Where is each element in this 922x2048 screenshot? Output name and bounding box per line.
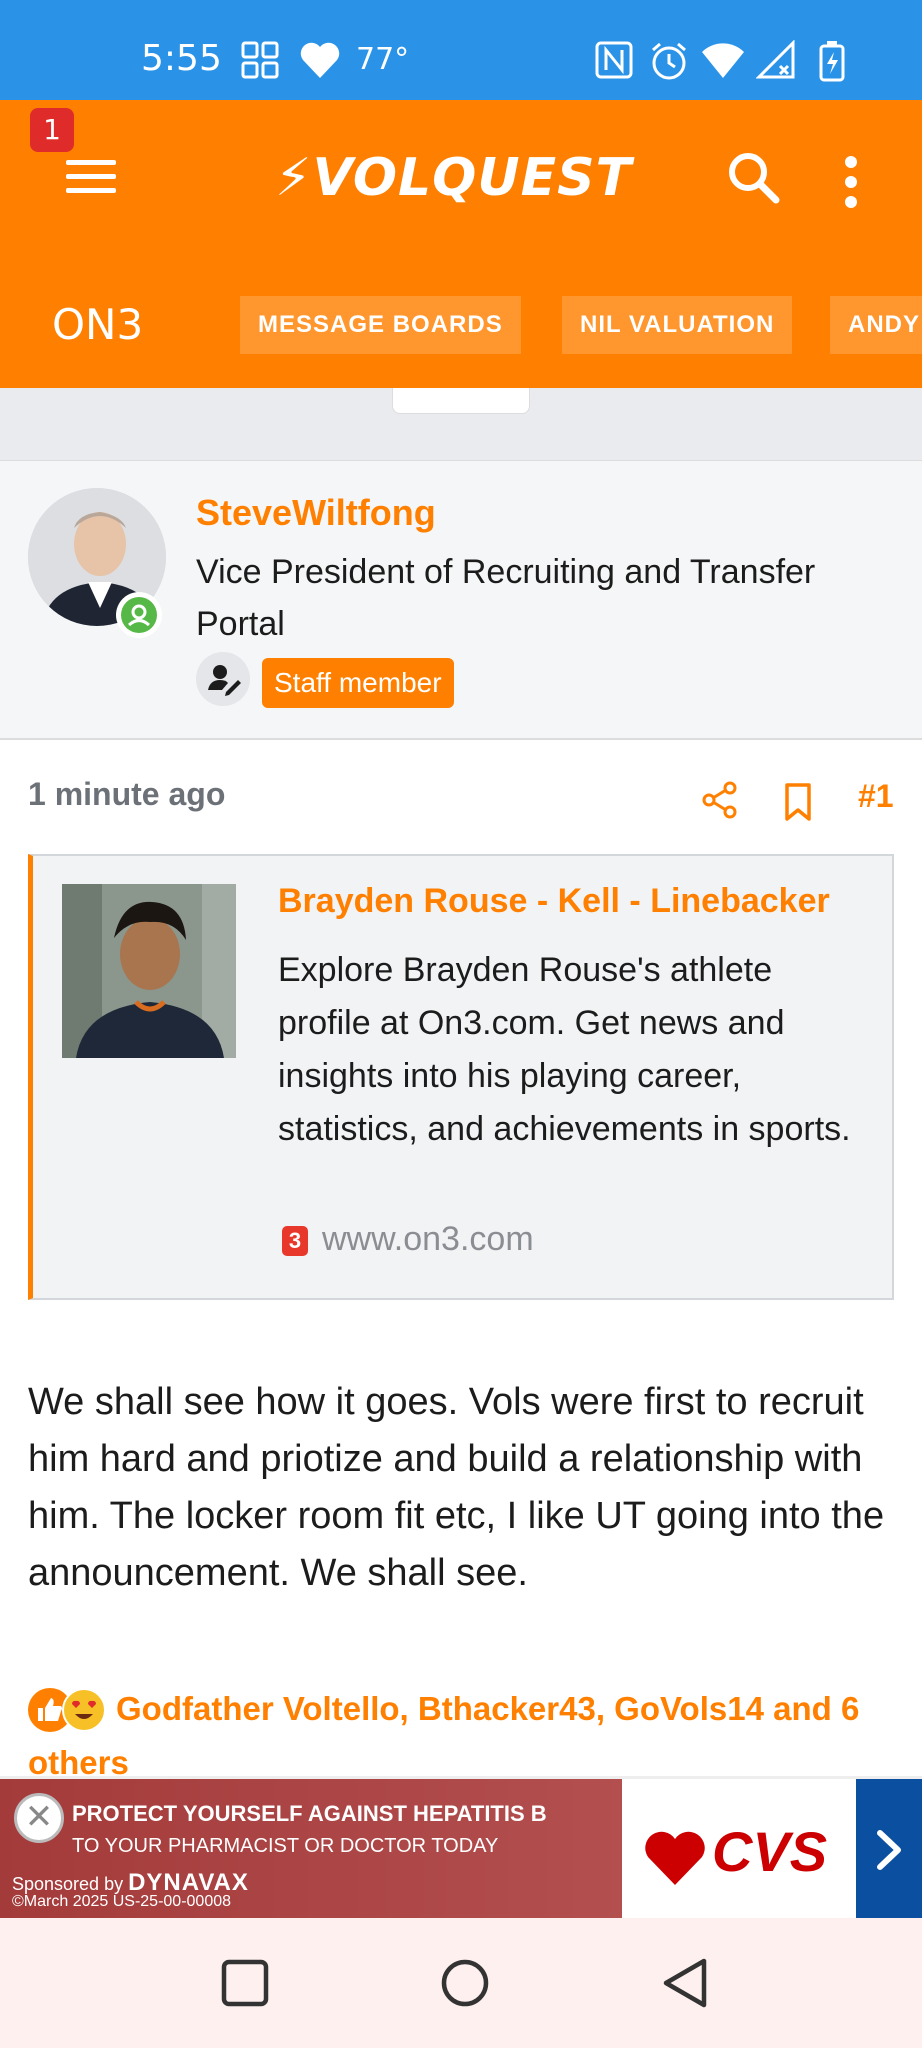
ad-brand-panel[interactable]: CVS bbox=[622, 1779, 856, 1921]
ad-creative[interactable]: PROTECT YOURSELF AGAINST HEPATITIS B TO … bbox=[0, 1779, 622, 1921]
post-number[interactable]: #1 bbox=[858, 778, 894, 815]
nav-message-boards[interactable]: MESSAGE BOARDS bbox=[240, 296, 521, 354]
ad-sponsor-name: DYNAVAX bbox=[128, 1869, 249, 1896]
recents-icon[interactable] bbox=[220, 1958, 270, 2008]
ad-brand-name: CVS bbox=[712, 1820, 828, 1883]
reaction-icons[interactable] bbox=[28, 1688, 106, 1734]
ad-code: ©March 2025 US-25-00-00008 bbox=[12, 1893, 232, 1910]
ad-close-icon[interactable]: ✕ bbox=[14, 1793, 64, 1843]
ad-banner[interactable]: PROTECT YOURSELF AGAINST HEPATITIS B TO … bbox=[0, 1776, 922, 1921]
reaction-users[interactable]: Godfather Voltello, Bthacker43, GoVols14… bbox=[116, 1690, 859, 1728]
cvs-heart-icon bbox=[645, 1831, 705, 1885]
bookmark-icon[interactable] bbox=[782, 782, 814, 822]
status-bar: 5:55 77° bbox=[0, 0, 922, 100]
on3-logo[interactable]: ON3 bbox=[52, 300, 143, 349]
ad-subline: TO YOUR PHARMACIST OR DOCTOR TODAY bbox=[72, 1835, 499, 1857]
home-icon[interactable] bbox=[438, 1956, 492, 2010]
wifi-icon bbox=[702, 43, 744, 78]
post-timestamp[interactable]: 1 minute ago bbox=[28, 776, 225, 813]
battery-icon bbox=[819, 41, 845, 82]
logo-bolt-icon: ⚡ bbox=[275, 148, 313, 208]
author-username[interactable]: SteveWiltfong bbox=[196, 492, 436, 534]
on3-favicon-icon: 3 bbox=[282, 1226, 308, 1256]
back-icon[interactable] bbox=[660, 1956, 710, 2010]
staff-badge: Staff member bbox=[262, 658, 454, 708]
notification-badge: 1 bbox=[30, 108, 74, 152]
system-navigation-bar bbox=[0, 1918, 922, 2048]
author-title: Vice President of Recruiting and Transfe… bbox=[196, 553, 816, 643]
menu-button[interactable] bbox=[60, 152, 120, 202]
logo-text: VOLQUEST bbox=[312, 148, 633, 208]
apps-icon bbox=[241, 41, 279, 79]
post-body: We shall see how it goes. Vols were firs… bbox=[28, 1381, 885, 1594]
preview-url[interactable]: www.on3.com bbox=[322, 1220, 534, 1259]
strip-tab bbox=[392, 388, 530, 414]
athlete-thumbnail[interactable] bbox=[62, 884, 236, 1058]
search-icon[interactable] bbox=[724, 148, 784, 208]
status-temperature: 77° bbox=[356, 42, 410, 77]
staff-pen-icon bbox=[196, 652, 250, 706]
preview-title[interactable]: Brayden Rouse - Kell - Linebacker bbox=[278, 882, 830, 921]
volquest-logo[interactable]: ⚡VOLQUEST bbox=[275, 148, 632, 208]
ad-next-button[interactable] bbox=[856, 1779, 922, 1921]
status-time: 5:55 bbox=[141, 38, 222, 79]
alarm-icon bbox=[652, 42, 686, 80]
signal-icon bbox=[756, 40, 795, 79]
nav-nil-valuation[interactable]: NIL VALUATION bbox=[562, 296, 793, 354]
share-icon[interactable] bbox=[700, 780, 740, 820]
ad-sponsor-prefix: Sponsored by bbox=[12, 1874, 124, 1894]
heart-eyes-reaction-icon bbox=[62, 1688, 106, 1732]
chevron-right-icon bbox=[877, 1830, 901, 1870]
athlete-photo-icon bbox=[62, 884, 236, 1058]
online-status-icon bbox=[116, 592, 162, 638]
more-options-button[interactable] bbox=[834, 152, 868, 212]
nfc-icon bbox=[595, 41, 633, 79]
ad-headline: PROTECT YOURSELF AGAINST HEPATITIS B bbox=[72, 1801, 547, 1826]
nav-andy[interactable]: ANDY bbox=[830, 296, 922, 354]
preview-description: Explore Brayden Rouse's athlete profile … bbox=[278, 951, 851, 1148]
heart-icon bbox=[300, 42, 340, 78]
